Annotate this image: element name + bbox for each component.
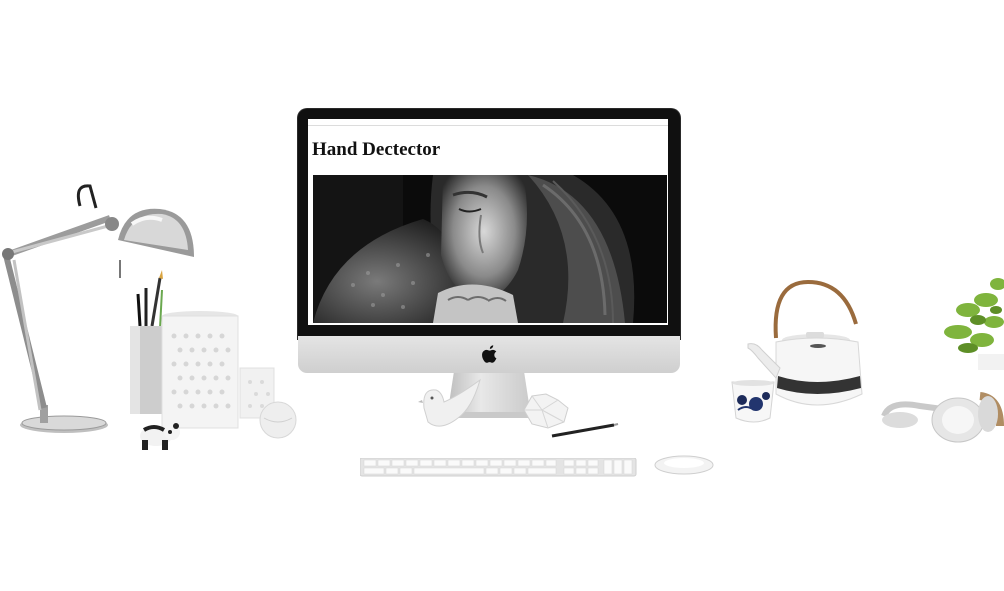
headphones	[881, 392, 1004, 443]
mouse	[654, 455, 714, 475]
candle-holder	[239, 367, 297, 439]
page-title: Hand Dectector	[312, 139, 441, 160]
monitor-screen: Hand Dectector	[308, 119, 668, 325]
apple-icon	[482, 345, 497, 363]
panda-figurine	[140, 423, 180, 450]
perforated-vase	[161, 311, 239, 429]
pencil	[551, 423, 619, 438]
screen-top-bar	[308, 119, 668, 126]
teacup	[731, 380, 775, 423]
bird-figurine	[418, 378, 481, 427]
desk-scene: Hand Dectector	[0, 0, 1004, 591]
keyboard	[360, 458, 637, 477]
hero-photo	[313, 175, 667, 323]
potted-plant	[944, 278, 1004, 370]
woman-portrait-image	[313, 175, 667, 323]
